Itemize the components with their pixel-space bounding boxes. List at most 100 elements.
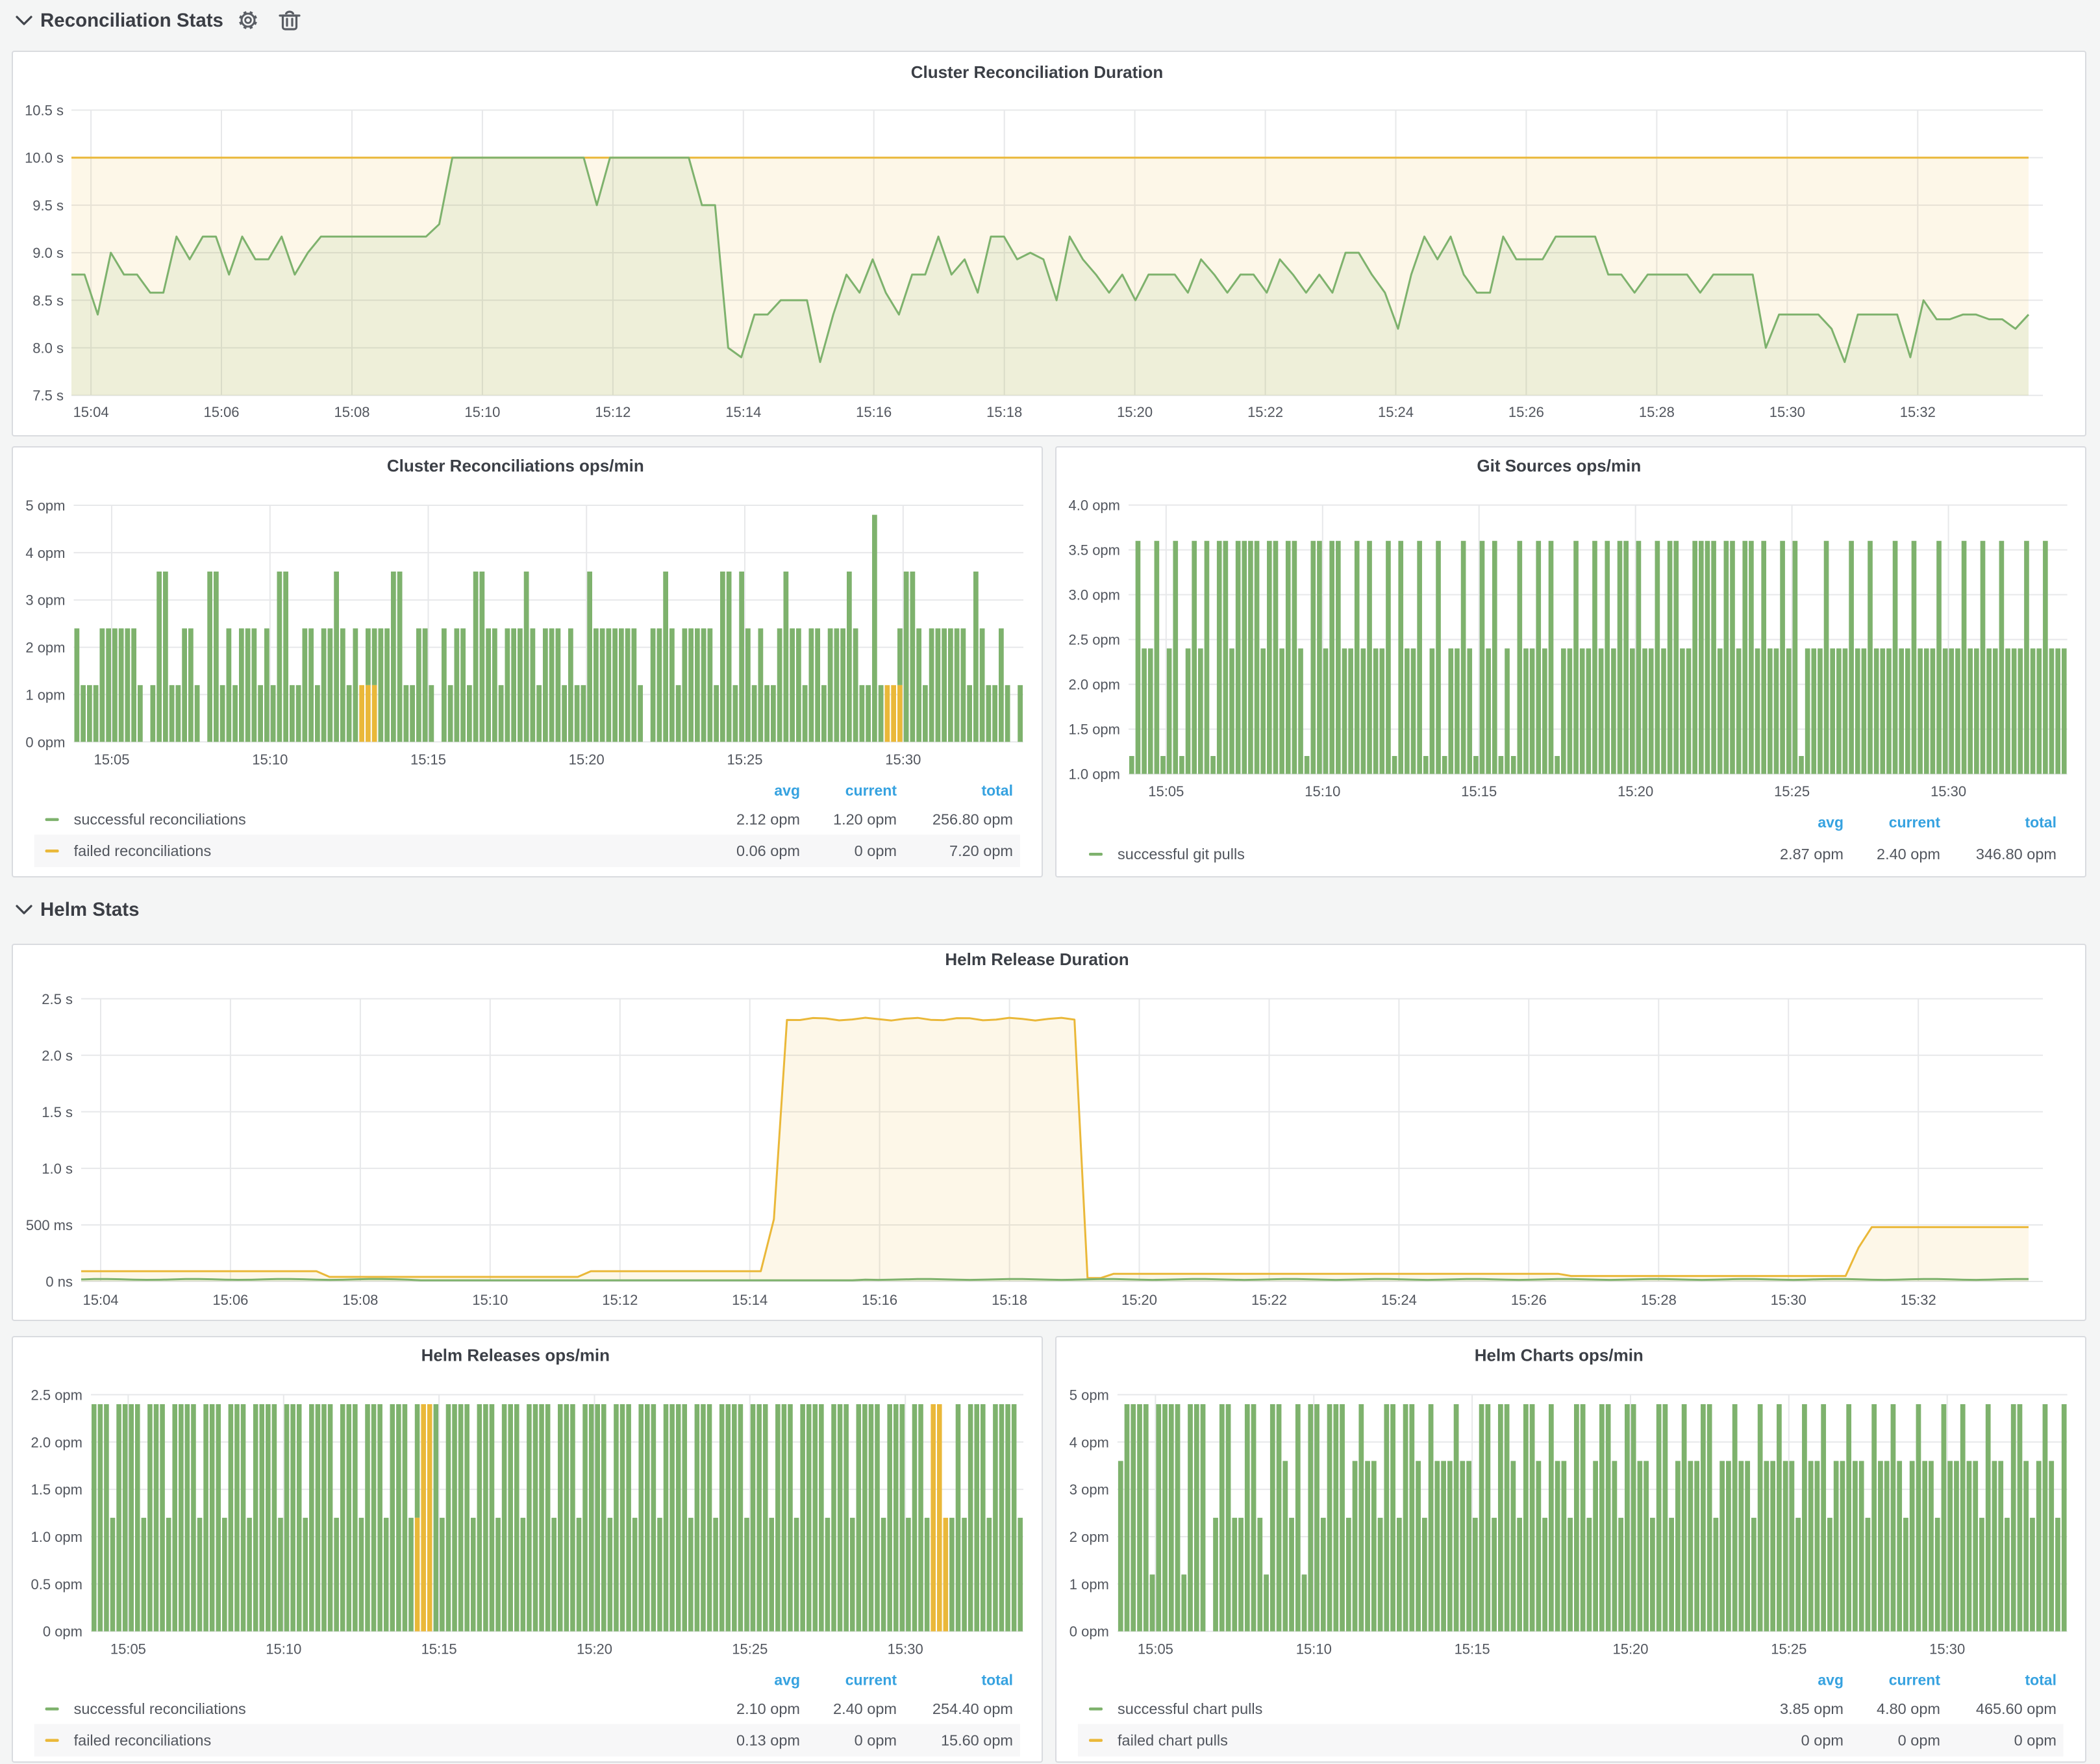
svg-text:avg: avg	[1818, 814, 1844, 831]
svg-text:15:06: 15:06	[203, 404, 239, 420]
svg-text:0 opm: 0 opm	[1898, 1732, 1940, 1748]
svg-text:1 opm: 1 opm	[1069, 1576, 1109, 1593]
svg-text:15:16: 15:16	[862, 1292, 897, 1308]
svg-text:7.20 opm: 7.20 opm	[949, 842, 1013, 859]
svg-text:Cluster Reconciliation Duratio: Cluster Reconciliation Duration	[911, 62, 1164, 82]
svg-text:3.85 opm: 3.85 opm	[1780, 1700, 1844, 1717]
svg-text:15:10: 15:10	[1305, 783, 1340, 800]
svg-text:8.5 s: 8.5 s	[32, 292, 64, 309]
svg-text:3 opm: 3 opm	[25, 592, 65, 609]
svg-text:1.5 opm: 1.5 opm	[1069, 722, 1121, 738]
svg-text:0.06 opm: 0.06 opm	[736, 842, 800, 859]
svg-text:1.0 opm: 1.0 opm	[1069, 766, 1121, 783]
svg-text:15:06: 15:06	[212, 1292, 248, 1308]
svg-text:4 opm: 4 opm	[25, 545, 65, 561]
svg-text:1.0 opm: 1.0 opm	[31, 1529, 83, 1545]
svg-text:15:25: 15:25	[1771, 1641, 1806, 1657]
svg-text:total: total	[981, 782, 1013, 799]
svg-text:15:15: 15:15	[421, 1641, 457, 1657]
svg-text:15:22: 15:22	[1247, 404, 1283, 420]
svg-text:1.20 opm: 1.20 opm	[833, 811, 897, 828]
svg-text:15:30: 15:30	[888, 1641, 923, 1657]
svg-text:3.0 opm: 3.0 opm	[1069, 587, 1121, 603]
svg-text:15:05: 15:05	[1148, 783, 1184, 800]
svg-text:successful reconciliations: successful reconciliations	[74, 1700, 246, 1717]
svg-text:failed chart pulls: failed chart pulls	[1118, 1732, 1228, 1748]
svg-text:total: total	[2025, 1671, 2056, 1688]
svg-text:15:25: 15:25	[727, 751, 762, 768]
svg-text:2.87 opm: 2.87 opm	[1780, 846, 1844, 863]
svg-text:0.5 opm: 0.5 opm	[31, 1576, 83, 1593]
svg-text:15:20: 15:20	[577, 1641, 612, 1657]
svg-text:0 opm: 0 opm	[1801, 1732, 1844, 1748]
svg-text:15:15: 15:15	[1461, 783, 1497, 800]
svg-text:256.80 opm: 256.80 opm	[932, 811, 1013, 828]
svg-text:2.40 opm: 2.40 opm	[833, 1700, 897, 1717]
svg-text:0 ns: 0 ns	[45, 1274, 73, 1290]
svg-text:346.80 opm: 346.80 opm	[1976, 846, 2056, 863]
svg-text:15:16: 15:16	[856, 404, 892, 420]
svg-text:failed reconciliations: failed reconciliations	[74, 1732, 212, 1748]
svg-text:15:10: 15:10	[472, 1292, 508, 1308]
svg-text:15:20: 15:20	[1618, 783, 1653, 800]
svg-text:0 opm: 0 opm	[855, 1732, 897, 1748]
svg-text:254.40 opm: 254.40 opm	[932, 1700, 1013, 1717]
svg-text:15:24: 15:24	[1378, 404, 1414, 420]
svg-text:0 opm: 0 opm	[2014, 1732, 2056, 1748]
svg-text:2.12 opm: 2.12 opm	[736, 811, 800, 828]
svg-text:current: current	[845, 782, 897, 799]
svg-text:3 opm: 3 opm	[1069, 1481, 1109, 1498]
svg-text:465.60 opm: 465.60 opm	[1976, 1700, 2056, 1717]
svg-text:15:10: 15:10	[464, 404, 500, 420]
svg-text:15:04: 15:04	[82, 1292, 118, 1308]
svg-text:total: total	[981, 1671, 1013, 1688]
svg-text:2.5 opm: 2.5 opm	[1069, 632, 1121, 648]
svg-text:15:30: 15:30	[1769, 404, 1805, 420]
svg-text:Reconciliation Stats: Reconciliation Stats	[40, 10, 223, 31]
svg-text:4.80 opm: 4.80 opm	[1877, 1700, 1940, 1717]
svg-text:15:10: 15:10	[266, 1641, 301, 1657]
svg-text:15:18: 15:18	[986, 404, 1022, 420]
svg-text:15:20: 15:20	[1612, 1641, 1648, 1657]
svg-text:9.0 s: 9.0 s	[32, 245, 64, 261]
svg-text:Git Sources ops/min: Git Sources ops/min	[1477, 456, 1641, 475]
svg-text:2.5 s: 2.5 s	[42, 991, 73, 1007]
svg-text:2.5 opm: 2.5 opm	[31, 1387, 83, 1403]
svg-text:2 opm: 2 opm	[25, 640, 65, 656]
svg-text:0 opm: 0 opm	[855, 842, 897, 859]
svg-text:1.0 s: 1.0 s	[42, 1161, 73, 1177]
svg-text:0 opm: 0 opm	[1069, 1624, 1109, 1640]
svg-text:15:08: 15:08	[334, 404, 369, 420]
svg-text:current: current	[845, 1671, 897, 1688]
svg-text:current: current	[1889, 1671, 1941, 1688]
svg-text:15:05: 15:05	[1138, 1641, 1173, 1657]
svg-text:failed reconciliations: failed reconciliations	[74, 842, 212, 859]
svg-text:5 opm: 5 opm	[1069, 1387, 1109, 1403]
svg-text:15:15: 15:15	[410, 751, 446, 768]
svg-text:15:14: 15:14	[732, 1292, 768, 1308]
svg-text:15:12: 15:12	[602, 1292, 638, 1308]
svg-text:7.5 s: 7.5 s	[32, 388, 64, 404]
svg-text:successful git pulls: successful git pulls	[1118, 846, 1245, 863]
svg-text:15:05: 15:05	[110, 1641, 146, 1657]
svg-text:2.0 s: 2.0 s	[42, 1048, 73, 1064]
svg-text:1.5 s: 1.5 s	[42, 1104, 73, 1120]
svg-text:Helm Release Duration: Helm Release Duration	[945, 950, 1129, 969]
svg-text:15:26: 15:26	[1511, 1292, 1547, 1308]
svg-text:15.60 opm: 15.60 opm	[941, 1732, 1013, 1748]
svg-text:10.5 s: 10.5 s	[25, 103, 64, 119]
svg-text:8.0 s: 8.0 s	[32, 340, 64, 357]
svg-text:15:24: 15:24	[1381, 1292, 1417, 1308]
svg-text:500 ms: 500 ms	[26, 1217, 73, 1233]
svg-text:avg: avg	[1818, 1671, 1844, 1688]
svg-text:15:32: 15:32	[1901, 1292, 1936, 1308]
svg-text:Helm Charts ops/min: Helm Charts ops/min	[1475, 1345, 1644, 1365]
svg-text:2.10 opm: 2.10 opm	[736, 1700, 800, 1717]
svg-text:15:30: 15:30	[1929, 1641, 1965, 1657]
svg-text:15:32: 15:32	[1900, 404, 1936, 420]
svg-text:15:22: 15:22	[1251, 1292, 1287, 1308]
svg-text:total: total	[2025, 814, 2056, 831]
svg-text:15:26: 15:26	[1508, 404, 1544, 420]
svg-text:2.0 opm: 2.0 opm	[31, 1434, 83, 1450]
svg-text:15:20: 15:20	[1121, 1292, 1157, 1308]
